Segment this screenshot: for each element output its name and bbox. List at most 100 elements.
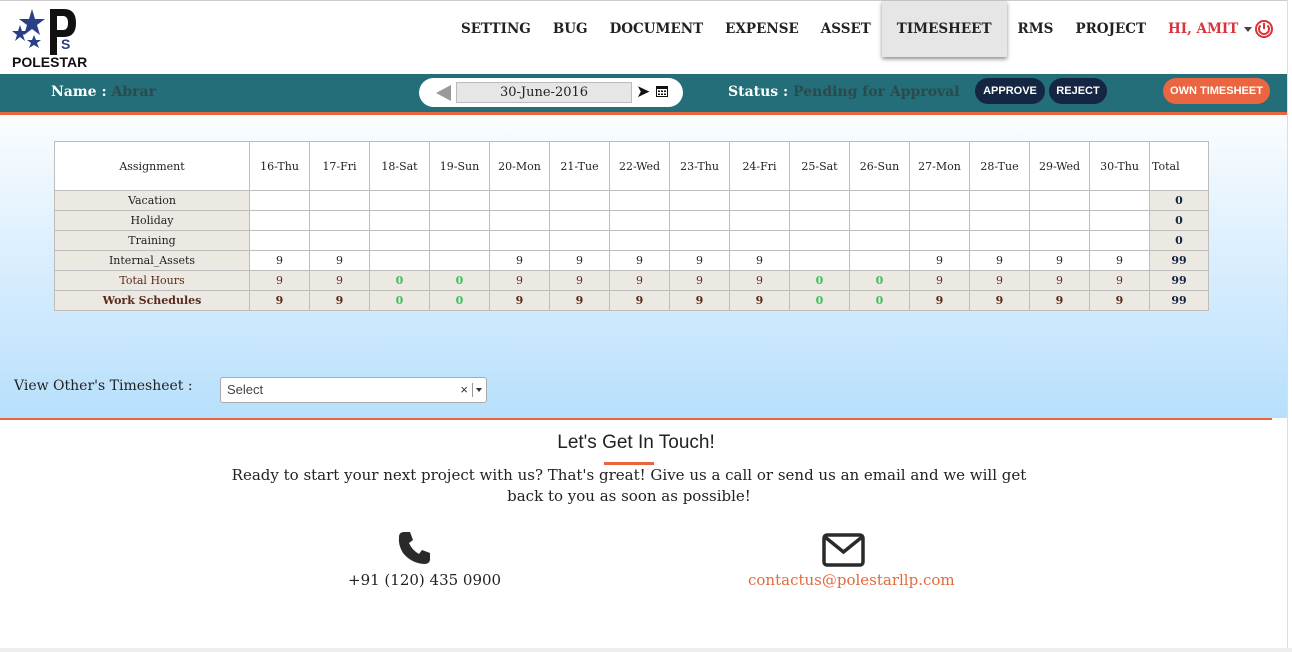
- caret-down-icon[interactable]: [476, 388, 482, 392]
- reject-button[interactable]: REJECT: [1049, 78, 1107, 104]
- next-week-icon[interactable]: ➤: [636, 84, 650, 101]
- approve-button[interactable]: APPROVE: [975, 78, 1045, 104]
- nav-asset[interactable]: ASSET: [810, 1, 882, 57]
- hours-cell[interactable]: [369, 230, 430, 251]
- nav-timesheet[interactable]: TIMESHEET: [881, 1, 1007, 57]
- table-row: Vacation 0: [54, 190, 1209, 211]
- employee-select[interactable]: Select ×: [220, 377, 487, 403]
- hours-cell[interactable]: [1029, 230, 1090, 251]
- hours-cell[interactable]: [369, 210, 430, 231]
- hours-cell[interactable]: [789, 250, 850, 271]
- select-separator: [472, 383, 473, 397]
- hours-cell[interactable]: 9: [549, 250, 610, 271]
- hours-cell[interactable]: [1029, 190, 1090, 211]
- hours-summary-cell: 9: [729, 290, 790, 311]
- hours-cell[interactable]: 9: [1029, 250, 1090, 271]
- nav-rms[interactable]: RMS: [1007, 1, 1065, 57]
- hours-cell[interactable]: [309, 230, 370, 251]
- hours-cell[interactable]: [729, 230, 790, 251]
- hours-cell[interactable]: [1089, 210, 1150, 231]
- hours-cell[interactable]: [489, 210, 550, 231]
- nav-document[interactable]: DOCUMENT: [599, 1, 715, 57]
- hours-summary-cell: 9: [969, 270, 1030, 291]
- hours-cell[interactable]: [369, 250, 430, 271]
- user-menu[interactable]: HI, AMIT: [1157, 1, 1263, 57]
- hours-cell[interactable]: [849, 230, 910, 251]
- hours-cell[interactable]: [249, 210, 310, 231]
- hours-cell[interactable]: [969, 230, 1030, 251]
- hours-cell[interactable]: [309, 210, 370, 231]
- hours-cell[interactable]: [849, 190, 910, 211]
- hours-cell[interactable]: [429, 250, 490, 271]
- hours-cell[interactable]: [489, 230, 550, 251]
- column-header-day: 18-Sat: [369, 141, 430, 191]
- hours-cell[interactable]: [669, 210, 730, 231]
- clear-icon[interactable]: ×: [460, 378, 468, 402]
- hours-cell[interactable]: [609, 210, 670, 231]
- hours-cell[interactable]: [789, 190, 850, 211]
- calendar-icon[interactable]: [656, 85, 668, 97]
- hours-cell[interactable]: [909, 190, 970, 211]
- prev-week-icon[interactable]: [436, 85, 451, 101]
- own-timesheet-button[interactable]: OWN TIMESHEET: [1163, 78, 1270, 104]
- hours-cell[interactable]: [849, 250, 910, 271]
- hours-cell[interactable]: [969, 210, 1030, 231]
- hours-cell[interactable]: [849, 210, 910, 231]
- hours-cell[interactable]: 9: [909, 250, 970, 271]
- hours-cell[interactable]: [549, 190, 610, 211]
- hours-cell[interactable]: [669, 190, 730, 211]
- hours-cell[interactable]: [429, 230, 490, 251]
- name-value: Abrar: [111, 84, 156, 100]
- hours-cell[interactable]: [969, 190, 1030, 211]
- caret-down-icon: [1244, 26, 1253, 32]
- hours-cell[interactable]: [489, 190, 550, 211]
- status-label: Status :: [728, 84, 789, 100]
- hours-cell[interactable]: [549, 210, 610, 231]
- nav-setting[interactable]: SETTING: [450, 1, 542, 57]
- power-icon[interactable]: [1254, 19, 1274, 39]
- row-label: Work Schedules: [54, 290, 250, 311]
- hours-cell[interactable]: [729, 210, 790, 231]
- hours-cell[interactable]: [249, 230, 310, 251]
- nav-project[interactable]: PROJECT: [1064, 1, 1157, 57]
- row-total: 0: [1149, 190, 1209, 211]
- hours-summary-cell: 9: [1029, 270, 1090, 291]
- hours-cell[interactable]: 9: [729, 250, 790, 271]
- hours-cell[interactable]: [1089, 190, 1150, 211]
- hours-cell[interactable]: 9: [969, 250, 1030, 271]
- date-field[interactable]: 30-June-2016: [456, 82, 632, 103]
- hours-cell[interactable]: [249, 190, 310, 211]
- hours-cell[interactable]: [909, 230, 970, 251]
- hours-cell[interactable]: [429, 210, 490, 231]
- hours-cell[interactable]: 9: [489, 250, 550, 271]
- hours-summary-cell: 9: [609, 270, 670, 291]
- table-row: Work Schedules 9 9 0 0 9 9 9 9 9 0 0 9 9 9 9 99: [54, 290, 1209, 311]
- hours-cell[interactable]: 9: [609, 250, 670, 271]
- hours-cell[interactable]: [309, 190, 370, 211]
- hours-cell[interactable]: 9: [669, 250, 730, 271]
- hours-cell[interactable]: [609, 230, 670, 251]
- hours-cell[interactable]: [549, 230, 610, 251]
- hours-summary-cell: 9: [1089, 270, 1150, 291]
- nav-bug[interactable]: BUG: [542, 1, 599, 57]
- hours-cell[interactable]: [369, 190, 430, 211]
- hours-cell[interactable]: [429, 190, 490, 211]
- hours-cell[interactable]: 9: [1089, 250, 1150, 271]
- row-total: 0: [1149, 210, 1209, 231]
- column-header-day: 29-Wed: [1029, 141, 1090, 191]
- hours-summary-cell: 9: [909, 270, 970, 291]
- hours-cell[interactable]: [729, 190, 790, 211]
- hours-cell[interactable]: 9: [309, 250, 370, 271]
- email-link[interactable]: contactus@polestarllp.com: [748, 571, 955, 589]
- hours-cell[interactable]: [609, 190, 670, 211]
- hours-cell[interactable]: [1089, 230, 1150, 251]
- hours-cell[interactable]: 9: [249, 250, 310, 271]
- hours-cell[interactable]: [1029, 210, 1090, 231]
- hours-cell[interactable]: [789, 230, 850, 251]
- nav-expense[interactable]: EXPENSE: [714, 1, 810, 57]
- timesheet-status: Status : Pending for Approval: [728, 84, 960, 100]
- hours-cell[interactable]: [909, 210, 970, 231]
- hours-cell[interactable]: [669, 230, 730, 251]
- hours-cell[interactable]: [789, 210, 850, 231]
- divider: [0, 418, 1272, 420]
